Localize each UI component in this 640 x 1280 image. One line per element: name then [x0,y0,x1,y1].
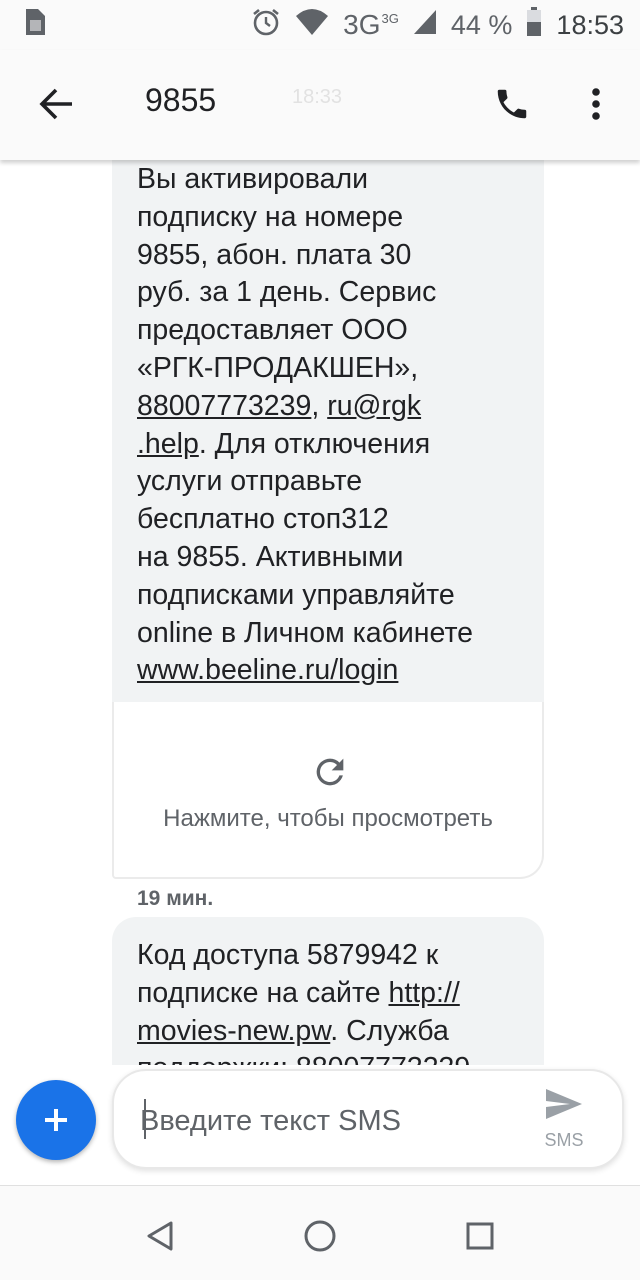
system-nav-bar [0,1185,640,1280]
message-line: movies-new.pw. Служба [137,1013,524,1051]
contact-title: 9855 [145,82,217,118]
alarm-icon [251,7,281,44]
message-line: Вы активировали [137,163,369,195]
message-text: . Для отключения [198,427,431,460]
send-label: SMS [544,1130,584,1150]
url-link[interactable]: www.beeline.ru/login [137,654,398,686]
nav-recents-button[interactable] [460,1216,500,1256]
preview-hint: Нажмите, чтобы просмотреть [163,805,493,832]
wifi-icon [295,8,329,43]
sim-icon [24,8,46,43]
sms-input[interactable] [140,1099,530,1143]
message-text: . Служба [330,1014,449,1047]
clock: 18:53 [556,9,624,40]
message-list[interactable]: Вы активировали подписку на номере 9855,… [0,160,640,1065]
message-line: www.beeline.ru/login [137,652,524,690]
nav-recents-icon [466,1222,494,1250]
message-line: online в Личном кабинете [137,616,474,649]
send-icon [546,1089,582,1119]
message-line: .help. Для отключения [137,426,524,464]
battery-icon [526,6,542,44]
message-text: подписке на сайте [137,976,389,1009]
message-line: подписке на сайте http:// [137,975,524,1013]
faded-time: 18:33 [292,86,343,108]
add-attachment-button[interactable] [16,1080,96,1160]
message-line: руб. за 1 день. Сервис [137,276,437,309]
message-line: «РГК-ПРОДАКШЕН», [137,351,419,384]
email-link-continued[interactable]: .help [137,428,199,460]
messages-screen: 3G 3G 44 % 18:53 9855 18:33 Вы активиров… [0,0,640,1280]
send-button[interactable]: SMS [534,1087,594,1157]
network-type: 3G 3G [343,9,399,40]
url-link-continued[interactable]: movies-new.pw [137,1015,330,1047]
message-line: Код доступа 5879942 к [137,939,439,971]
nav-back-icon [147,1221,173,1251]
message-bubble[interactable]: Код доступа 5879942 к подписке на сайте … [112,917,544,1065]
message-line: поддержки: 88007773239 [137,1050,524,1065]
phone-icon [497,89,527,119]
status-bar: 3G 3G 44 % 18:53 [0,0,640,50]
message-bubble[interactable]: Вы активировали подписку на номере 9855,… [112,160,544,702]
nav-back-button[interactable] [140,1216,180,1256]
link-preview-card[interactable]: Нажмите, чтобы просмотреть [112,702,544,879]
more-vert-icon [592,88,600,120]
nav-home-button[interactable] [300,1216,340,1256]
back-button[interactable] [34,82,78,126]
message-line: услуги отправьте [137,465,363,498]
refresh-icon [316,758,344,786]
message-line: бесплатно стоп312 [137,503,389,536]
phone-link[interactable]: 88007773239 [137,390,311,422]
message-line: подписками управляйте [137,578,455,611]
back-arrow-icon [39,88,72,120]
add-icon [45,1109,67,1131]
message-timestamp: 19 мин. [137,887,214,910]
nav-home-icon [304,1220,336,1252]
message-line: 88007773239, ru@rgk [137,388,524,426]
more-options-button[interactable] [578,80,614,128]
message-line: 9855, абон. плата 30 [137,238,412,271]
link-separator: , [311,389,328,422]
battery-percent: 44 % [450,9,513,40]
call-button[interactable] [490,80,534,128]
compose-bar: SMS [112,1069,624,1169]
message-line: на 9855. Активными [137,540,404,573]
message-line: предоставляет ООО [137,314,408,347]
message-line: подписку на номере [137,200,404,233]
conversation-header: 9855 18:33 [0,50,640,160]
url-link[interactable]: http:// [388,977,459,1009]
signal-icon [413,9,437,42]
email-link[interactable]: ru@rgk [327,390,421,422]
